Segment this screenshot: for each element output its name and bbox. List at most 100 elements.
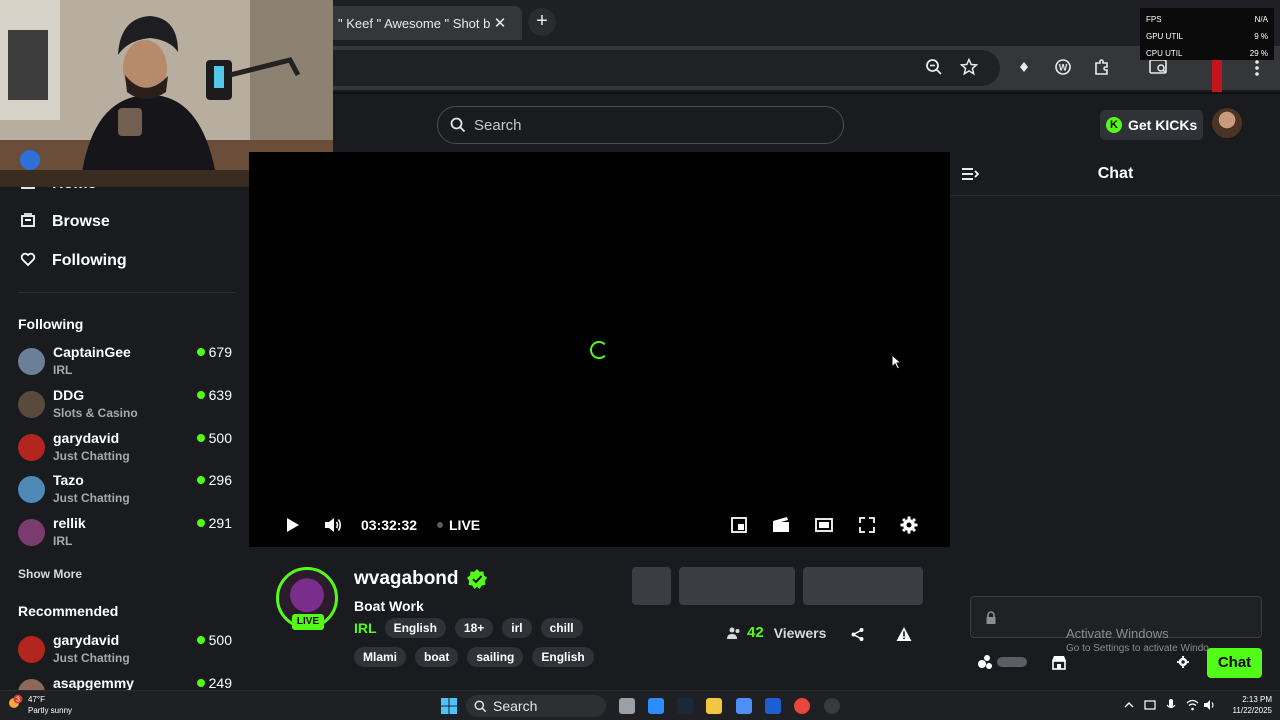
followed-channel[interactable]: CaptainGee IRL 679 [18, 344, 232, 386]
sidebar-item-label: Browse [52, 213, 110, 230]
tag[interactable]: chill [540, 618, 583, 638]
play-icon[interactable] [282, 515, 302, 535]
tag[interactable]: English [384, 618, 446, 638]
speaker-icon[interactable] [1203, 699, 1215, 711]
user-avatar[interactable] [1212, 108, 1242, 138]
extensions-puzzle-icon[interactable] [1092, 58, 1112, 78]
live-dot-icon [196, 519, 205, 527]
sidebar-item-browse[interactable]: Browse [18, 212, 110, 232]
store-icon[interactable] [1051, 654, 1067, 670]
store-app-icon[interactable] [765, 698, 781, 714]
new-tab-button[interactable]: + [528, 8, 556, 36]
task-view-icon[interactable] [619, 698, 635, 714]
chat-header: Chat [951, 152, 1280, 196]
viewer-count: 500 [196, 632, 232, 648]
chat-panel: Chat Activate Windows Go to Settings to … [951, 152, 1280, 690]
search-placeholder: Search [474, 116, 522, 134]
send-chat-button[interactable]: Chat [1207, 648, 1262, 678]
lock-icon [986, 611, 996, 624]
viewer-count-value: 296 [208, 472, 232, 488]
viewer-count-value: 249 [208, 675, 232, 690]
followed-channel[interactable]: Tazo Just Chatting 296 [18, 472, 232, 514]
zoom-out-icon[interactable] [924, 58, 944, 78]
svg-text:W: W [1059, 63, 1068, 73]
windows-start-icon[interactable] [441, 698, 457, 714]
recommended-channel[interactable]: asapgemmy 249 [18, 675, 232, 690]
stream-title: Boat Work [354, 598, 424, 614]
tag[interactable]: Mlami [354, 647, 407, 667]
bookmark-star-icon[interactable] [959, 57, 979, 78]
avatar [18, 434, 45, 461]
following-section-title: Following [18, 316, 84, 332]
mail-icon[interactable] [736, 698, 752, 714]
extension-w-icon[interactable]: W [1053, 58, 1073, 78]
chrome-icon[interactable] [794, 698, 810, 714]
settings-gear-icon[interactable] [899, 515, 919, 535]
browser-tab[interactable]: " Keef " Awesome " Shot by ✕ [322, 6, 522, 40]
share-icon[interactable] [850, 627, 865, 642]
sidebar-item-following[interactable]: Following [18, 251, 127, 271]
avatar [18, 519, 45, 546]
viewer-count-value: 639 [208, 387, 232, 403]
tray-app-icon[interactable] [1144, 699, 1156, 711]
viewer-count: 296 [196, 472, 232, 488]
avatar [18, 348, 45, 375]
tag[interactable]: irl [502, 618, 532, 638]
followed-channel[interactable]: rellik IRL 291 [18, 515, 232, 557]
viewer-count-value: 500 [208, 632, 232, 648]
viewers-icon [727, 627, 740, 639]
tray-chevron-icon[interactable] [1124, 700, 1134, 710]
microphone-icon[interactable] [1166, 698, 1176, 712]
extension-diamond-icon[interactable] [1014, 58, 1034, 78]
show-more-link[interactable]: Show More [18, 567, 82, 581]
kick-points-icon[interactable] [977, 654, 1029, 670]
avatar [18, 476, 45, 503]
wifi-icon[interactable] [1186, 699, 1199, 711]
channel-name: garydavid [53, 632, 120, 648]
fullscreen-icon[interactable] [857, 515, 877, 535]
channel-name: garydavid [53, 430, 120, 446]
taskbar-search-label: Search [493, 698, 538, 714]
channel-name: CaptainGee [53, 344, 131, 360]
tag[interactable]: sailing [467, 647, 524, 667]
live-indicator[interactable]: LIVE [437, 517, 480, 533]
search-input[interactable]: Search [437, 106, 844, 144]
recommended-channel[interactable]: garydavid Just Chatting 500 [18, 632, 232, 674]
followed-channel[interactable]: garydavid Just Chatting 500 [18, 430, 232, 472]
system-clock[interactable]: 2:13 PM 11/22/2025 [1222, 694, 1272, 716]
taskbar-search[interactable]: Search [466, 695, 606, 717]
category-link[interactable]: IRL [354, 620, 377, 636]
mini-player-icon[interactable] [729, 515, 749, 535]
tab-close-icon[interactable]: ✕ [490, 14, 510, 32]
tag[interactable]: boat [415, 647, 459, 667]
copilot-icon[interactable] [648, 698, 664, 714]
weather-widget[interactable]: 3 47°F Partly sunny [6, 694, 72, 716]
viewer-count-value: 42 [747, 624, 764, 641]
streamer-name[interactable]: wvagabond [354, 568, 487, 590]
viewer-count: 291 [196, 515, 232, 531]
weather-desc: Partly sunny [28, 706, 73, 715]
chat-settings-gear-icon[interactable] [1176, 655, 1190, 669]
volume-icon[interactable] [323, 515, 343, 535]
live-dot-icon [196, 679, 205, 687]
stream-time: 03:32:32 [361, 517, 418, 533]
followed-channel[interactable]: DDG Slots & Casino 639 [18, 387, 232, 429]
perf-label: GPU UTIL [1146, 32, 1183, 41]
chat-title: Chat [1097, 165, 1134, 182]
obs-icon[interactable] [824, 698, 840, 714]
viewer-count: 249 [196, 675, 232, 690]
avatar [18, 636, 45, 663]
theater-mode-icon[interactable] [814, 515, 834, 535]
video-player[interactable]: 03:32:32 LIVE [249, 152, 950, 547]
file-explorer-icon[interactable] [706, 698, 722, 714]
tag[interactable]: English [532, 647, 594, 667]
steam-icon[interactable] [677, 698, 693, 714]
report-warning-icon[interactable] [896, 626, 912, 642]
live-dot-icon [196, 476, 205, 484]
clip-icon[interactable] [771, 515, 791, 535]
channel-name: Tazo [53, 472, 84, 488]
perf-value: N/A [1254, 15, 1268, 24]
performance-overlay: FPS N/A GPU UTIL 9 % CPU UTIL 29 % [1140, 8, 1274, 60]
get-kicks-button[interactable]: K Get KICKs [1100, 110, 1203, 140]
tag[interactable]: 18+ [454, 618, 494, 638]
